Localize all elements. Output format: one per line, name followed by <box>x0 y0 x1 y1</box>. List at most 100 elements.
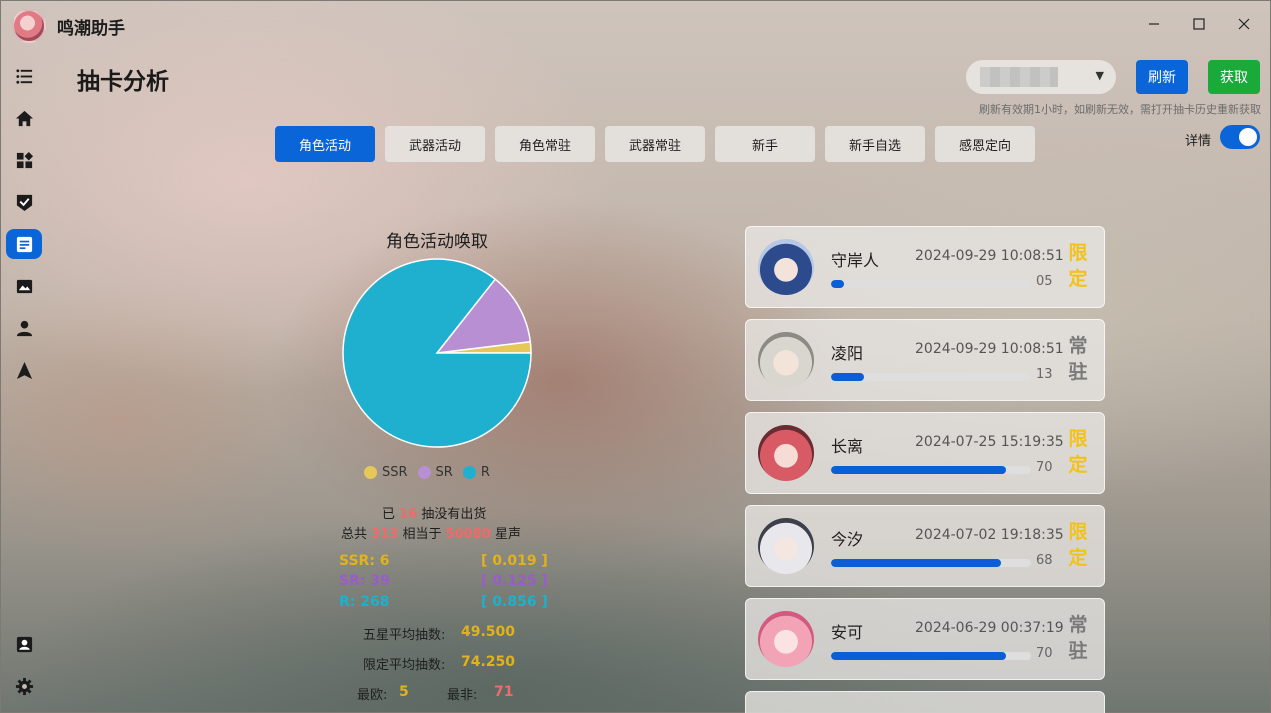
contact-card-icon <box>16 636 32 652</box>
worst-label: 最非: <box>447 688 478 703</box>
ssr-rate: [ 0.019 ] <box>481 553 548 569</box>
minimize-icon <box>1149 23 1159 25</box>
pull-count: 05 <box>1036 274 1053 289</box>
legend-item-r[interactable]: R <box>462 464 490 480</box>
best-value: 5 <box>399 684 409 700</box>
navigation-arrow-icon <box>16 361 32 379</box>
legend-label: R <box>480 464 490 480</box>
record-card[interactable]: 凌阳 2024-09-29 10:08:51 13 常驻 <box>745 319 1105 401</box>
chart-title: 角色活动唤取 <box>386 232 488 252</box>
sidebar-item-navigate[interactable] <box>6 355 42 385</box>
pity-bar <box>831 652 1031 660</box>
document-icon <box>16 236 32 252</box>
app-logo <box>12 9 46 43</box>
tab-character-standard[interactable]: 角色常驻 <box>495 126 595 162</box>
detail-toggle-label: 详情 <box>1185 134 1212 149</box>
fetch-button[interactable]: 获取 <box>1208 60 1260 94</box>
account-select[interactable]: ▼ <box>966 60 1116 94</box>
legend-label: SSR <box>382 464 408 480</box>
record-card[interactable]: 守岸人 2024-09-29 10:08:51 05 限定 <box>745 226 1105 308</box>
tab-character-event[interactable]: 角色活动 <box>275 126 375 162</box>
sidebar <box>0 56 48 713</box>
tab-weapon-event[interactable]: 武器活动 <box>385 126 485 162</box>
character-name: 今汐 <box>831 530 864 549</box>
sidebar-item-settings[interactable] <box>6 671 42 701</box>
character-avatar <box>758 239 814 295</box>
total-count: 313 <box>371 527 399 542</box>
character-name: 守岸人 <box>831 251 880 270</box>
banner-tag: 常驻 <box>1068 335 1088 383</box>
ssr-count: SSR: 6 <box>339 553 390 569</box>
record-card[interactable]: 长离 2024-07-25 15:19:35 70 限定 <box>745 412 1105 494</box>
record-card[interactable]: 今汐 2024-07-02 19:18:35 68 限定 <box>745 505 1105 587</box>
sidebar-item-user[interactable] <box>6 313 42 343</box>
sidebar-item-gallery[interactable] <box>6 271 42 301</box>
detail-toggle[interactable] <box>1220 125 1260 149</box>
pull-count: 13 <box>1036 367 1053 382</box>
list-icon <box>15 68 32 84</box>
banner-tag: 限定 <box>1068 521 1088 569</box>
legend-dot <box>417 465 431 479</box>
pull-count: 70 <box>1036 646 1053 661</box>
astrite-value: 50080 <box>445 527 491 542</box>
account-value-redacted <box>980 67 1058 87</box>
pity-bar-fill <box>831 373 864 381</box>
sidebar-item-gacha[interactable] <box>6 229 42 259</box>
chevron-down-icon: ▼ <box>1095 69 1104 82</box>
avg-limited-label: 限定平均抽数: <box>363 658 446 673</box>
total-mid: 相当于 <box>402 527 442 542</box>
maximize-button[interactable] <box>1187 12 1211 36</box>
pity-prefix: 已 <box>382 507 396 522</box>
tab-beginner-selector[interactable]: 新手自选 <box>825 126 925 162</box>
total-prefix: 总共 <box>341 527 368 542</box>
home-icon <box>15 110 33 126</box>
sidebar-item-tasks[interactable] <box>6 187 42 217</box>
worst-value: 71 <box>494 684 514 700</box>
tab-thanksgiving[interactable]: 感恩定向 <box>935 126 1035 162</box>
pity-bar <box>831 466 1031 474</box>
r-rate: [ 0.856 ] <box>481 594 548 610</box>
sidebar-item-profile[interactable] <box>6 629 42 659</box>
maximize-icon <box>1193 18 1205 30</box>
avg-five-star-value: 49.500 <box>461 624 516 640</box>
pity-bar-fill <box>831 466 1006 474</box>
character-avatar <box>758 425 814 481</box>
character-avatar <box>758 332 814 388</box>
pull-count: 70 <box>1036 460 1053 475</box>
tab-beginner[interactable]: 新手 <box>715 126 815 162</box>
sidebar-item-menu[interactable] <box>6 61 42 91</box>
pity-count: 16 <box>399 507 418 522</box>
character-avatar <box>758 611 814 667</box>
sr-count: SR: 39 <box>339 573 390 589</box>
pity-bar-fill <box>831 559 1001 567</box>
shield-check-icon <box>16 194 32 211</box>
record-card-partial[interactable] <box>745 691 1105 713</box>
minimize-button[interactable] <box>1142 12 1166 36</box>
pity-bar <box>831 559 1031 567</box>
pity-suffix: 抽没有出货 <box>421 507 487 522</box>
character-name: 长离 <box>831 437 864 456</box>
legend-item-ssr[interactable]: SSR <box>364 465 408 480</box>
avg-limited-value: 74.250 <box>461 654 516 670</box>
total-line: 总共 313 相当于 50080 星声 <box>341 523 521 542</box>
sidebar-item-home[interactable] <box>6 103 42 133</box>
record-card[interactable]: 安可 2024-06-29 00:37:19 70 常驻 <box>745 598 1105 680</box>
pull-time: 2024-09-29 10:08:51 <box>915 341 1064 357</box>
legend-item-sr[interactable]: SR <box>417 465 453 480</box>
legend-dot <box>462 465 476 479</box>
toggle-knob <box>1239 128 1257 146</box>
character-avatar <box>758 518 814 574</box>
character-name: 安可 <box>831 623 864 642</box>
image-icon <box>16 279 32 293</box>
close-button[interactable] <box>1232 12 1256 36</box>
refresh-button[interactable]: 刷新 <box>1136 60 1188 94</box>
pull-time: 2024-07-02 19:18:35 <box>915 527 1064 543</box>
banner-tag: 限定 <box>1068 242 1088 290</box>
avg-five-star-label: 五星平均抽数: <box>363 628 446 643</box>
sidebar-item-dashboard[interactable] <box>6 145 42 175</box>
pie-chart <box>342 258 532 448</box>
best-label: 最欧: <box>357 688 388 703</box>
gear-icon <box>15 677 33 695</box>
user-icon <box>16 320 32 336</box>
tab-weapon-standard[interactable]: 武器常驻 <box>605 126 705 162</box>
